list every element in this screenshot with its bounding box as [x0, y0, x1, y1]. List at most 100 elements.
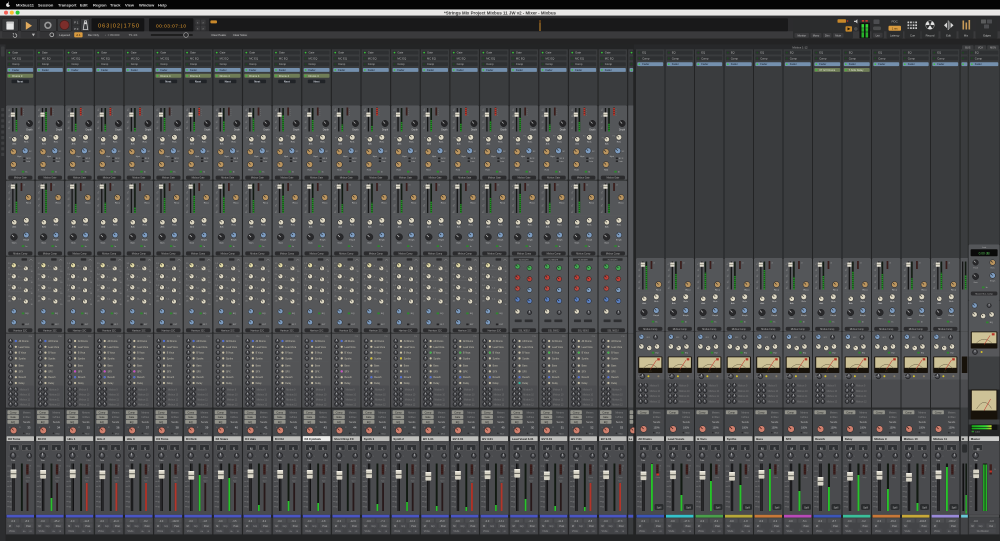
svg-text:Limit: Limit: [975, 430, 980, 433]
svg-text:7 ACE Delay: 7 ACE Delay: [849, 68, 864, 72]
svg-text:P 0: P 0: [74, 27, 79, 31]
svg-text:063|02|1750: 063|02|1750: [98, 24, 139, 30]
svg-text:-5.1: -5.1: [802, 520, 807, 523]
svg-text:Mixbus 1-12: Mixbus 1-12: [792, 46, 808, 50]
svg-text:40: 40: [235, 426, 239, 430]
svg-text:Latency: Latency: [890, 34, 900, 38]
svg-text:-0.0: -0.0: [189, 520, 194, 523]
svg-text:Drums 4: Drums 4: [279, 74, 290, 78]
svg-text:SSL 9000J: SSL 9000J: [578, 330, 589, 332]
svg-text:-0.0: -0.0: [515, 520, 520, 523]
svg-text:Next: Next: [195, 80, 201, 84]
svg-text:Rec Only: Rec Only: [88, 33, 100, 37]
svg-text:-0.0: -0.0: [670, 520, 675, 523]
svg-text:Session: Session: [38, 2, 54, 7]
svg-text:Mixbus 10: Mixbus 10: [904, 437, 918, 441]
svg-text:FILTERS/PH: FILTERS/PH: [549, 259, 559, 261]
svg-text:53: 53: [620, 426, 624, 430]
svg-text:TS 4/4: TS 4/4: [129, 33, 138, 37]
svg-text:Mixbus 11: Mixbus 11: [933, 437, 947, 441]
svg-text:All Drums: All Drums: [638, 437, 652, 441]
svg-text:-8.7: -8.7: [832, 520, 837, 523]
svg-text:Master: Master: [971, 437, 981, 441]
svg-text:Track: Track: [110, 2, 121, 7]
svg-text:M: M: [972, 525, 974, 528]
svg-text:-25.2: -25.2: [54, 520, 60, 523]
svg-text:-10.2: -10.2: [409, 520, 415, 523]
svg-text:Rels: Rels: [991, 267, 995, 269]
svg-text:Clear Solos: Clear Solos: [233, 33, 248, 37]
svg-text:Drums 4: Drums 4: [249, 74, 260, 78]
svg-text:-0.0: -0.0: [11, 520, 16, 523]
svg-text:-4.8: -4.8: [321, 520, 326, 523]
svg-text:52: 52: [590, 426, 594, 430]
svg-text:-102.8: -102.8: [172, 520, 180, 523]
svg-text:-0.0: -0.0: [218, 520, 223, 523]
svg-text:-0.0: -0.0: [366, 520, 371, 523]
svg-text:MON: MON: [990, 47, 996, 50]
svg-text:-13.1: -13.1: [498, 520, 504, 523]
svg-text:D4 Cymbals: D4 Cymbals: [305, 437, 322, 441]
svg-text:51: 51: [561, 426, 565, 430]
svg-text:Lmtr: Lmtr: [982, 246, 987, 249]
svg-text:-0.0: -0.0: [485, 520, 490, 523]
svg-text:-9.9: -9.9: [469, 520, 474, 523]
svg-text:-15.8: -15.8: [439, 520, 445, 523]
svg-text:FILTERS/PH: FILTERS/PH: [578, 259, 588, 261]
svg-text:-15.2: -15.2: [890, 520, 896, 523]
svg-text:46: 46: [413, 426, 417, 430]
svg-text:BV 2-01: BV 2-01: [453, 437, 464, 441]
svg-text:PDC: PDC: [892, 19, 899, 23]
svg-text:-8.0: -8.0: [714, 520, 719, 523]
svg-text:34: 34: [57, 426, 61, 430]
svg-text:Mono: Mono: [813, 34, 820, 38]
svg-text:-8.2: -8.2: [143, 520, 148, 523]
svg-text:-0.0: -0.0: [641, 520, 646, 523]
svg-text:SFX: SFX: [786, 437, 792, 441]
svg-text:-102.8: -102.8: [919, 520, 927, 523]
svg-text:Monitor: Monitor: [797, 34, 806, 38]
svg-text:-17.3: -17.3: [617, 520, 623, 523]
svg-text:Synths: Synths: [727, 437, 737, 441]
svg-text:B Vocs: B Vocs: [697, 437, 707, 441]
svg-text:-7.4: -7.4: [380, 520, 385, 523]
svg-text:Short Drop FX: Short Drop FX: [334, 437, 354, 441]
svg-text:-3.5: -3.5: [232, 520, 237, 523]
svg-text:43: 43: [324, 426, 328, 430]
svg-text:-0.0: -0.0: [788, 520, 793, 523]
svg-text:-0.0: -0.0: [248, 520, 253, 523]
svg-text:-17.3: -17.3: [684, 520, 690, 523]
svg-text:SSL 9000J: SSL 9000J: [548, 330, 559, 332]
svg-text:-1.0: -1.0: [989, 520, 994, 523]
svg-text:Edit: Edit: [946, 34, 951, 38]
svg-text:-9.1: -9.1: [292, 520, 297, 523]
svg-text:Master Bus Comp: Master Bus Comp: [975, 293, 993, 296]
svg-text:-0.0: -0.0: [40, 520, 45, 523]
svg-text:Layered: Layered: [59, 33, 70, 37]
svg-text:48: 48: [472, 426, 476, 430]
svg-text:-0.0: -0.0: [973, 520, 978, 523]
svg-text:SSL 9000J: SSL 9000J: [607, 330, 618, 332]
svg-text:Record: Record: [926, 34, 935, 38]
svg-text:-8.0: -8.0: [25, 520, 30, 523]
svg-text:Drums 4: Drums 4: [190, 74, 201, 78]
svg-text:A 1: A 1: [76, 33, 81, 37]
svg-text:D4 FX: D4 FX: [38, 437, 46, 441]
svg-text:Next: Next: [17, 80, 23, 84]
svg-text:-0.0: -0.0: [759, 520, 764, 523]
svg-text:49: 49: [501, 426, 505, 430]
svg-text:-0.0: -0.0: [544, 520, 549, 523]
svg-text:Trim: Trim: [973, 459, 977, 462]
svg-text:-0.0: -0.0: [70, 520, 75, 523]
svg-text:-0.0: -0.0: [877, 520, 882, 523]
svg-text:D4 OH: D4 OH: [275, 437, 284, 441]
svg-text:Next: Next: [254, 80, 260, 84]
svg-text:VCA: VCA: [978, 47, 983, 50]
svg-text:BV 3-01: BV 3-01: [482, 437, 493, 441]
svg-text:Next: Next: [225, 80, 231, 84]
svg-text:37: 37: [146, 426, 150, 430]
svg-text:Lsn: Lsn: [876, 34, 881, 38]
svg-text:-0.0: -0.0: [307, 520, 312, 523]
svg-text:D4 Hats: D4 Hats: [245, 437, 256, 441]
svg-text:-0.0: -0.0: [278, 520, 283, 523]
